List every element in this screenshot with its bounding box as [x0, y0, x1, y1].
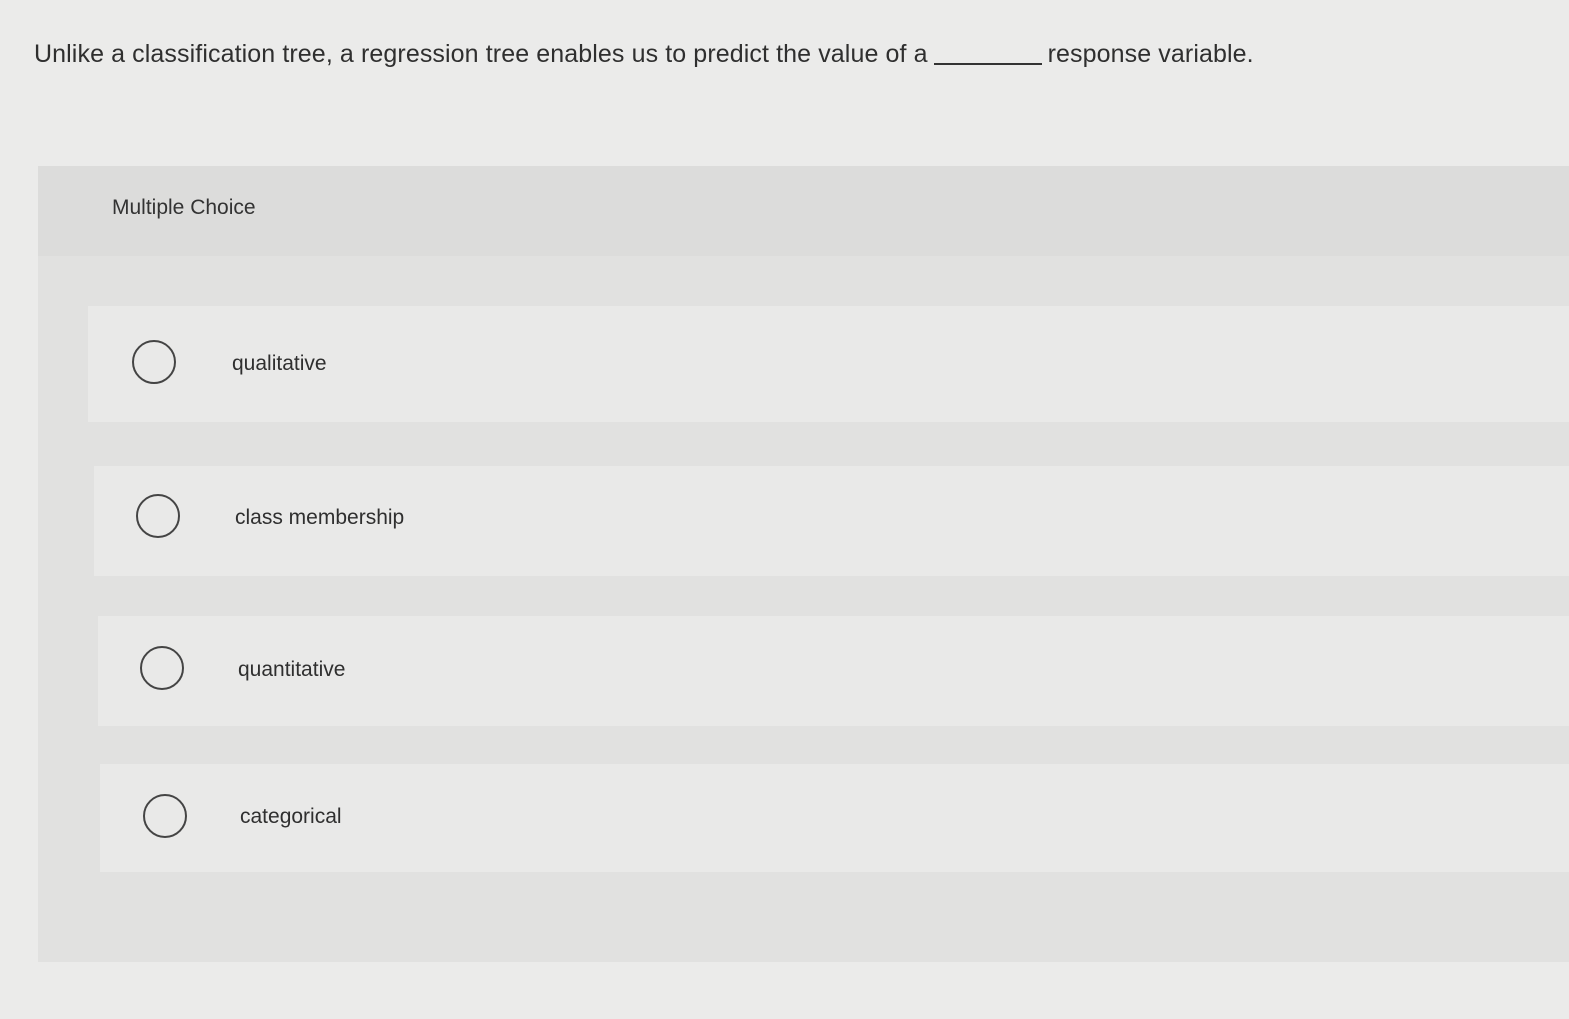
- radio-button-icon[interactable]: [143, 794, 187, 838]
- choice-label: class membership: [235, 506, 405, 529]
- panel-title: Multiple Choice: [112, 196, 256, 219]
- answer-blank: [933, 62, 1042, 65]
- question-text-before: Unlike a classification tree, a regressi…: [34, 40, 928, 68]
- radio-button-icon[interactable]: [132, 340, 176, 384]
- choice-class-membership[interactable]: class membership: [94, 466, 1569, 576]
- question-prompt: Unlike a classification tree, a regressi…: [34, 40, 1534, 69]
- choice-label: quantitative: [238, 658, 346, 681]
- panel-header: Multiple Choice: [38, 166, 1569, 256]
- choice-label: qualitative: [232, 352, 327, 375]
- multiple-choice-panel: Multiple Choice qualitative class member…: [38, 166, 1569, 962]
- choice-quantitative[interactable]: quantitative: [98, 616, 1569, 726]
- radio-button-icon[interactable]: [136, 494, 180, 538]
- radio-button-icon[interactable]: [140, 646, 184, 690]
- choice-label: categorical: [240, 805, 342, 828]
- question-text-after: response variable.: [1047, 40, 1254, 68]
- choice-qualitative[interactable]: qualitative: [88, 306, 1569, 422]
- choice-categorical[interactable]: categorical: [100, 764, 1569, 872]
